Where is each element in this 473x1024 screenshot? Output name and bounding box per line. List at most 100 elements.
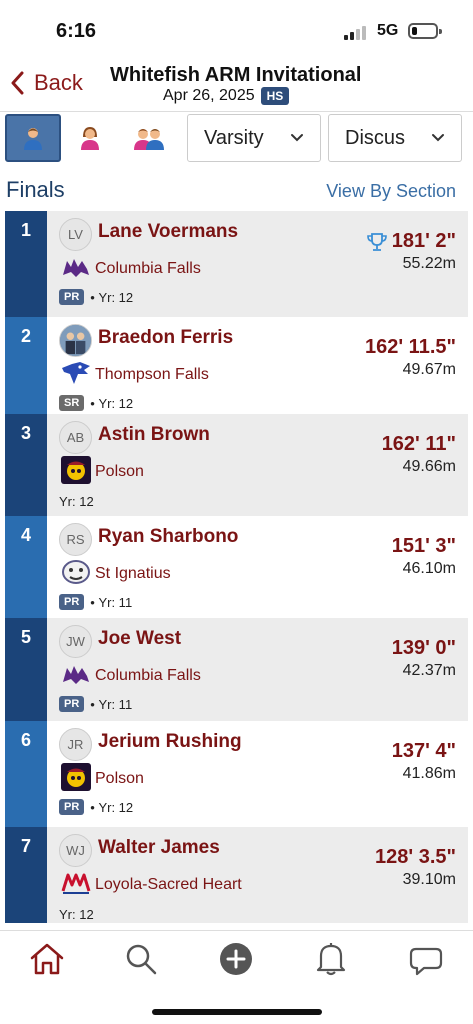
separator-dot: •	[90, 289, 99, 305]
place-number: 3	[5, 414, 47, 516]
girls-filter-button[interactable]	[62, 114, 118, 162]
athlete-initials-avatar[interactable]: WJ	[59, 834, 92, 867]
event-select[interactable]: Discus	[328, 114, 462, 162]
result-row[interactable]: 4 RS Ryan Sharbono St Ignatius PR • Yr: 11 151…	[5, 516, 468, 618]
result-row[interactable]: 3 AB Astin Brown Polson Yr: 12 162' 11" 49.66m	[5, 414, 468, 516]
tab-messages[interactable]	[403, 936, 449, 982]
notifications-icon	[316, 943, 346, 976]
tab-add[interactable]	[213, 936, 259, 982]
meet-title: Whitefish ARM Invitational	[110, 64, 362, 86]
separator-dot: •	[90, 395, 99, 411]
athlete-meta: Yr: 12	[59, 494, 94, 509]
personal-record-badge: PR	[59, 289, 85, 305]
school-name[interactable]: Thompson Falls	[95, 366, 209, 384]
athlete-name[interactable]: Jerium Rushing	[98, 731, 242, 753]
result-row-body: AB Astin Brown Polson Yr: 12 162' 11" 49.66m	[47, 414, 468, 516]
athlete-name[interactable]: Ryan Sharbono	[98, 526, 238, 548]
back-button[interactable]: Back	[10, 70, 83, 96]
athlete-name[interactable]: Walter James	[98, 837, 220, 859]
back-label: Back	[34, 70, 83, 95]
athlete-name[interactable]: Braedon Ferris	[98, 327, 233, 349]
result-row-body: LV Lane Voermans Columbia Falls PR • Yr: 12 1…	[47, 211, 468, 317]
athlete-name[interactable]: Lane Voermans	[98, 221, 238, 243]
result-row-body: JR Jerium Rushing Polson PR • Yr: 12 137' 4" 4…	[47, 721, 468, 827]
pirate-logo-icon	[60, 763, 91, 791]
result-row-body: WJ Walter James Loyola-Sacred Heart Yr: 12 1…	[47, 827, 468, 923]
rams-logo-icon	[61, 873, 90, 894]
result-row[interactable]: 5 JW Joe West Columbia Falls PR • Yr: 11 139' …	[5, 618, 468, 721]
athlete-name[interactable]: Joe West	[98, 628, 181, 650]
battery-icon	[408, 23, 442, 39]
school-name[interactable]: Columbia Falls	[95, 260, 201, 278]
result-row[interactable]: 1 LV Lane Voermans Columbia Falls PR • Yr: 12…	[5, 211, 468, 317]
athlete-year: Yr: 12	[98, 799, 134, 815]
result-mark-imperial: 137' 4"	[391, 740, 456, 762]
filter-bar: Varsity Discus	[0, 114, 473, 164]
athlete-year: Yr: 12	[59, 907, 94, 922]
result-mark-metric: 46.10m	[402, 560, 456, 577]
athlete-initials-avatar[interactable]: LV	[59, 218, 92, 251]
result-row[interactable]: 6 JR Jerium Rushing Polson PR • Yr: 12 137' 4"…	[5, 721, 468, 827]
network-label: 5G	[377, 22, 399, 39]
result-row[interactable]: 2 Braedon Ferris Thompson Falls SR • Yr: 12 1…	[5, 317, 468, 414]
place-number: 4	[5, 516, 47, 618]
athlete-initials-avatar[interactable]: AB	[59, 421, 92, 454]
result-mark: 137' 4"	[392, 740, 456, 763]
result-row[interactable]: 7 WJ Walter James Loyola-Sacred Heart Yr: 12…	[5, 827, 468, 923]
chevron-down-icon	[291, 134, 303, 142]
event-select-value: Discus	[345, 126, 406, 149]
athlete-photo-avatar[interactable]	[59, 324, 92, 357]
result-mark-imperial: 181' 2"	[391, 230, 456, 252]
female-athlete-icon	[81, 127, 99, 150]
athlete-meta: SR • Yr: 12	[59, 395, 133, 411]
boys-filter-button[interactable]	[5, 114, 61, 162]
search-icon	[126, 944, 157, 975]
place-number: 1	[5, 211, 47, 317]
separator-dot: •	[90, 696, 99, 712]
level-badge: HS	[260, 87, 290, 105]
athlete-initials-avatar[interactable]: RS	[59, 523, 92, 556]
season-record-badge: SR	[59, 395, 85, 411]
place-number: 6	[5, 721, 47, 827]
athlete-initials-avatar[interactable]: JR	[59, 728, 92, 761]
result-mark: 128' 3.5"	[375, 846, 456, 869]
coed-filter-button[interactable]	[121, 114, 177, 162]
athlete-year: Yr: 11	[98, 594, 133, 610]
school-logo	[59, 869, 92, 897]
tab-home[interactable]	[24, 936, 70, 982]
athlete-year: Yr: 11	[98, 696, 133, 712]
result-mark-metric: 41.86m	[402, 765, 456, 782]
tab-notifications[interactable]	[308, 936, 354, 982]
results-list[interactable]: 1 LV Lane Voermans Columbia Falls PR • Yr: 12…	[5, 211, 468, 923]
level-select[interactable]: Varsity	[187, 114, 321, 162]
school-logo	[59, 253, 92, 281]
coed-athletes-icon	[134, 129, 164, 150]
tab-search[interactable]	[118, 936, 164, 982]
athlete-name[interactable]: Astin Brown	[98, 424, 210, 446]
result-mark: 151' 3"	[392, 535, 456, 558]
meet-date: Apr 26, 2025	[163, 87, 255, 104]
messages-icon	[409, 947, 443, 976]
place-number: 7	[5, 827, 47, 923]
school-name[interactable]: St Ignatius	[95, 565, 171, 583]
result-mark-metric: 49.67m	[402, 361, 456, 378]
school-name[interactable]: Polson	[95, 463, 144, 481]
wildcat-logo-icon	[62, 259, 89, 277]
athlete-meta: Yr: 12	[59, 907, 94, 922]
signal-icon	[344, 24, 370, 40]
athlete-meta: PR • Yr: 12	[59, 799, 133, 815]
result-row-body: JW Joe West Columbia Falls PR • Yr: 11 139' 0…	[47, 618, 468, 721]
school-name[interactable]: Polson	[95, 770, 144, 788]
school-name[interactable]: Loyola-Sacred Heart	[95, 876, 242, 894]
athlete-year: Yr: 12	[98, 395, 134, 411]
pirate-logo-icon	[60, 456, 91, 484]
result-mark: 139' 0"	[392, 637, 456, 660]
male-athlete-icon	[24, 128, 42, 150]
school-logo	[59, 456, 92, 484]
view-by-section-link[interactable]: View By Section	[326, 181, 456, 202]
school-name[interactable]: Columbia Falls	[95, 667, 201, 685]
athlete-initials-avatar[interactable]: JW	[59, 625, 92, 658]
page-header: Back Whitefish ARM Invitational Apr 26, …	[0, 60, 473, 112]
result-mark-metric: 39.10m	[402, 871, 456, 888]
school-logo	[59, 558, 92, 586]
